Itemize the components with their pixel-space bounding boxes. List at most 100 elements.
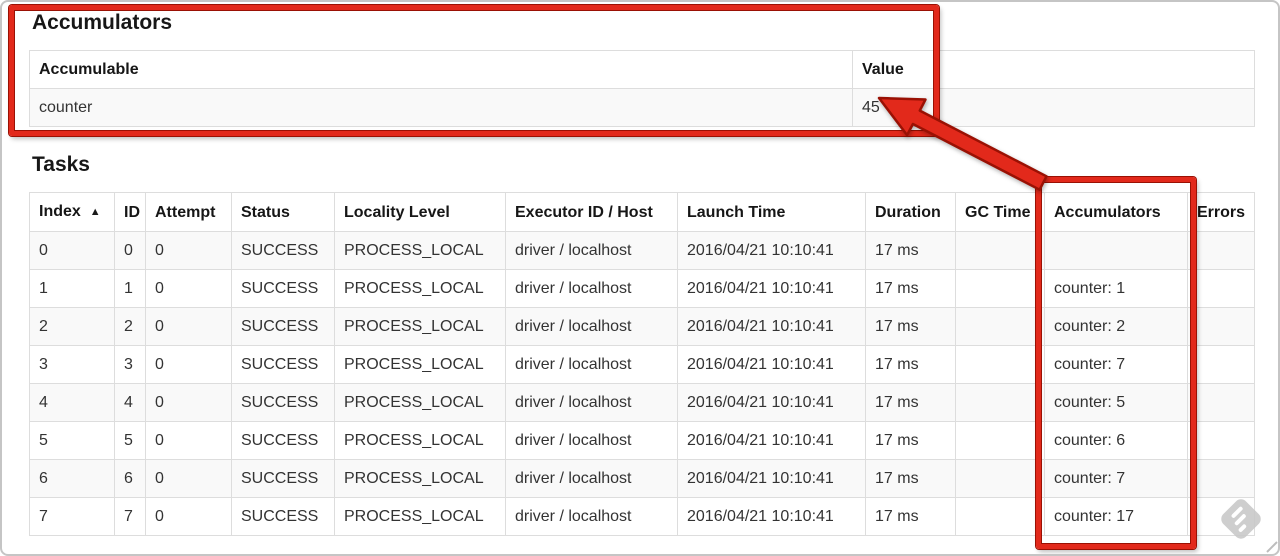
column-header-label: GC Time (965, 203, 1031, 221)
task-cell: 2016/04/21 10:10:41 (677, 231, 866, 270)
task-cell: 5 (29, 421, 115, 460)
task-cell: driver / localhost (505, 421, 678, 460)
column-header-gc-time[interactable]: GC Time (955, 192, 1045, 232)
task-cell: SUCCESS (231, 497, 335, 536)
column-header-label: Status (241, 203, 290, 221)
task-cell: 17 ms (865, 383, 956, 422)
task-cell: 2016/04/21 10:10:41 (677, 421, 866, 460)
accumulable-value-cell: 45 (852, 88, 1255, 127)
task-cell (955, 231, 1045, 270)
column-header-value[interactable]: Value (852, 50, 1255, 89)
task-cell: 0 (145, 421, 232, 460)
task-cell: SUCCESS (231, 421, 335, 460)
column-header-label: Attempt (155, 203, 216, 221)
column-header-accumulators[interactable]: Accumulators (1044, 192, 1188, 232)
accumulable-name-cell: counter (29, 88, 853, 127)
task-cell: 5 (114, 421, 146, 460)
column-header-launch-time[interactable]: Launch Time (677, 192, 866, 232)
task-cell: 2016/04/21 10:10:41 (677, 497, 866, 536)
task-cell: 0 (145, 383, 232, 422)
task-cell: driver / localhost (505, 345, 678, 384)
task-cell (1187, 383, 1255, 422)
column-header-errors[interactable]: Errors (1187, 192, 1255, 232)
task-cell: 4 (29, 383, 115, 422)
task-cell: PROCESS_LOCAL (334, 459, 506, 498)
tasks-table: Index ▲ ID Attempt Status Locality Level Execu… (29, 192, 1255, 536)
task-cell: PROCESS_LOCAL (334, 497, 506, 536)
task-cell: 2016/04/21 10:10:41 (677, 383, 866, 422)
task-cell: 0 (145, 231, 232, 270)
task-cell: PROCESS_LOCAL (334, 231, 506, 270)
sort-ascending-icon: ▲ (89, 206, 101, 218)
task-cell (1187, 421, 1255, 460)
task-row: 2 2 0 SUCCESS PROCESS_LOCAL driver / localhos… (29, 307, 1255, 346)
task-cell: counter: 2 (1044, 307, 1188, 346)
column-header-index[interactable]: Index ▲ (29, 192, 115, 232)
column-header-label: ID (124, 203, 140, 221)
column-header-status[interactable]: Status (231, 192, 335, 232)
accumulator-row: counter 45 (29, 88, 1255, 127)
task-cell: SUCCESS (231, 383, 335, 422)
task-cell: 7 (29, 497, 115, 536)
task-cell: 2 (114, 307, 146, 346)
tasks-heading: Tasks (32, 153, 90, 176)
task-cell (955, 383, 1045, 422)
column-header-accumulable[interactable]: Accumulable (29, 50, 853, 89)
task-cell: 0 (29, 231, 115, 270)
task-cell: 2 (29, 307, 115, 346)
column-header-label: Errors (1197, 203, 1246, 221)
resize-corner-mark (1266, 541, 1278, 553)
task-cell: 2016/04/21 10:10:41 (677, 307, 866, 346)
column-header-id[interactable]: ID (114, 192, 146, 232)
column-header-executor-id-host[interactable]: Executor ID / Host (505, 192, 678, 232)
task-cell: SUCCESS (231, 459, 335, 498)
task-cell: 3 (114, 345, 146, 384)
task-cell: 17 ms (865, 497, 956, 536)
task-cell: PROCESS_LOCAL (334, 421, 506, 460)
task-cell: PROCESS_LOCAL (334, 269, 506, 308)
column-header-label: Locality Level (344, 203, 450, 221)
task-cell: 17 ms (865, 345, 956, 384)
task-cell: 17 ms (865, 307, 956, 346)
task-cell: 6 (29, 459, 115, 498)
task-cell: 17 ms (865, 421, 956, 460)
task-cell (955, 307, 1045, 346)
task-row: 0 0 0 SUCCESS PROCESS_LOCAL driver / localhos… (29, 231, 1255, 270)
task-cell: 17 ms (865, 231, 956, 270)
page-content: Accumulators Accumulable Value counter 4… (29, 12, 1255, 536)
task-cell: 0 (145, 497, 232, 536)
task-cell: 2016/04/21 10:10:41 (677, 269, 866, 308)
task-cell: counter: 17 (1044, 497, 1188, 536)
task-cell: 6 (114, 459, 146, 498)
task-cell (955, 345, 1045, 384)
task-cell: 0 (145, 269, 232, 308)
task-cell: counter: 1 (1044, 269, 1188, 308)
column-header-locality-level[interactable]: Locality Level (334, 192, 506, 232)
column-header-label: Accumulators (1054, 203, 1161, 221)
task-row: 4 4 0 SUCCESS PROCESS_LOCAL driver / localhos… (29, 383, 1255, 422)
task-row: 7 7 0 SUCCESS PROCESS_LOCAL driver / localhos… (29, 497, 1255, 536)
task-cell (1187, 345, 1255, 384)
task-cell: 2016/04/21 10:10:41 (677, 345, 866, 384)
task-cell (955, 497, 1045, 536)
task-cell: SUCCESS (231, 269, 335, 308)
task-cell: SUCCESS (231, 231, 335, 270)
task-cell: PROCESS_LOCAL (334, 307, 506, 346)
accumulators-heading: Accumulators (32, 11, 173, 34)
task-row: 5 5 0 SUCCESS PROCESS_LOCAL driver / localhos… (29, 421, 1255, 460)
task-row: 1 1 0 SUCCESS PROCESS_LOCAL driver / localhos… (29, 269, 1255, 308)
task-cell (1044, 231, 1188, 270)
task-cell: counter: 7 (1044, 459, 1188, 498)
task-cell: driver / localhost (505, 459, 678, 498)
column-header-duration[interactable]: Duration (865, 192, 956, 232)
task-cell: 1 (114, 269, 146, 308)
column-header-label: Duration (875, 203, 941, 221)
column-header-attempt[interactable]: Attempt (145, 192, 232, 232)
task-cell (1187, 459, 1255, 498)
task-cell: 0 (145, 459, 232, 498)
task-row: 6 6 0 SUCCESS PROCESS_LOCAL driver / localhos… (29, 459, 1255, 498)
task-cell (955, 459, 1045, 498)
task-cell: counter: 7 (1044, 345, 1188, 384)
task-cell (1187, 497, 1255, 536)
accumulators-header-row: Accumulable Value (29, 50, 1255, 89)
